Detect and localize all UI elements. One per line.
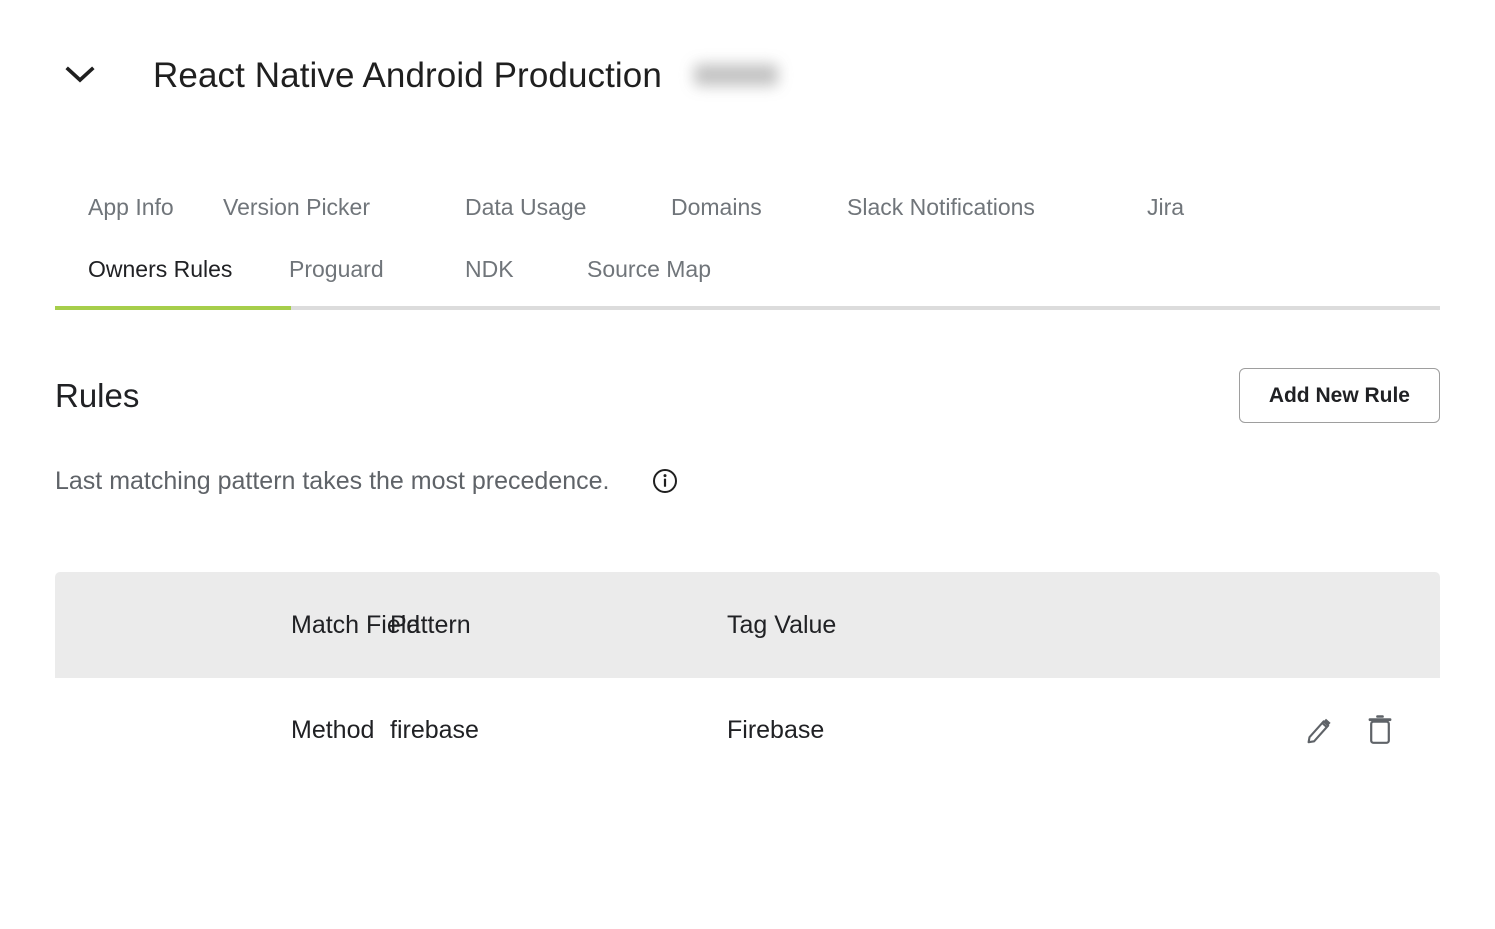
app-header: React Native Android Production: [55, 44, 778, 106]
owners-rules-page: React Native Android Production App Info…: [0, 0, 1495, 929]
chevron-down-icon[interactable]: [57, 52, 103, 98]
pencil-edit-icon[interactable]: [1304, 714, 1334, 746]
tab-data-usage[interactable]: Data Usage: [465, 194, 671, 228]
tab-jira[interactable]: Jira: [1147, 194, 1227, 228]
tab-ndk[interactable]: NDK: [465, 256, 587, 290]
precedence-note-row: Last matching pattern takes the most pre…: [55, 468, 678, 494]
tab-proguard[interactable]: Proguard: [289, 256, 465, 290]
info-circle-icon[interactable]: [652, 468, 678, 494]
column-header-match-field: Match Field: [291, 610, 421, 639]
column-header-tag-value: Tag Value: [727, 610, 837, 639]
cell-match-field: Method: [291, 715, 375, 744]
column-header-pattern: Pattern: [390, 610, 471, 639]
tab-domains[interactable]: Domains: [671, 194, 847, 228]
tab-active-indicator: [55, 306, 291, 310]
tab-source-map[interactable]: Source Map: [587, 256, 767, 290]
tab-version-picker[interactable]: Version Picker: [223, 194, 465, 228]
row-actions: [1207, 714, 1440, 746]
tab-owners-rules[interactable]: Owners Rules: [55, 256, 289, 290]
rules-title: Rules: [55, 377, 140, 414]
tab-underline-track: [55, 306, 1440, 310]
tabs-container: App Info Version Picker Data Usage Domai…: [55, 170, 1440, 310]
trash-delete-icon[interactable]: [1365, 714, 1395, 746]
tab-row-primary: App Info Version Picker Data Usage Domai…: [55, 170, 1440, 228]
add-new-rule-button[interactable]: Add New Rule: [1238, 368, 1440, 423]
table-row: Method firebase Firebase: [55, 678, 1440, 782]
rules-section-header: Rules Add New Rule: [55, 368, 1440, 423]
rules-table: Match Field Pattern Tag Value Method fir…: [55, 572, 1440, 782]
cell-tag-value: Firebase: [727, 715, 825, 744]
cell-pattern: firebase: [390, 715, 479, 744]
page-title: React Native Android Production: [153, 55, 662, 95]
table-header-row: Match Field Pattern Tag Value: [55, 572, 1440, 678]
tab-slack-notifications[interactable]: Slack Notifications: [847, 194, 1147, 228]
precedence-note: Last matching pattern takes the most pre…: [55, 466, 610, 495]
redacted-app-identifier: [693, 64, 778, 86]
tab-row-secondary: Owners Rules Proguard NDK Source Map: [55, 228, 1440, 290]
tab-app-info[interactable]: App Info: [55, 194, 223, 228]
